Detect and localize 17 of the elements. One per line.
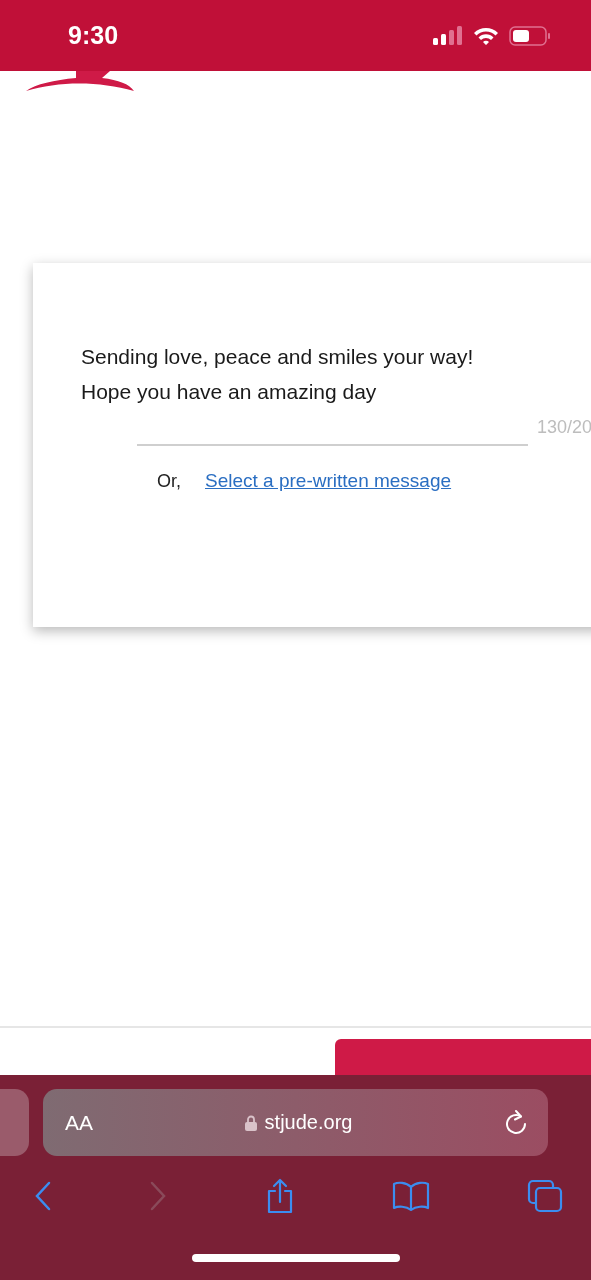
book-icon[interactable] bbox=[391, 1181, 430, 1211]
status-time: 9:30 bbox=[68, 21, 119, 50]
pre-written-message-link[interactable]: Select a pre-written message bbox=[205, 470, 452, 492]
or-label: Or, bbox=[157, 471, 181, 492]
message-field[interactable]: Sending love, peace and smiles your way! Hope you have an amazing day bbox=[81, 339, 501, 409]
text-size-button[interactable]: AA bbox=[65, 1110, 93, 1135]
address-bar[interactable]: AA stjude.org bbox=[43, 1089, 548, 1156]
forward-icon[interactable] bbox=[149, 1181, 168, 1211]
lock-icon bbox=[244, 1114, 257, 1131]
reload-icon[interactable] bbox=[504, 1109, 528, 1136]
character-counter: 130/20 bbox=[536, 417, 591, 438]
signal-icon bbox=[433, 25, 463, 46]
battery-icon bbox=[509, 25, 551, 46]
tabs-icon[interactable] bbox=[527, 1179, 563, 1213]
back-icon[interactable] bbox=[34, 1181, 52, 1211]
url-text: stjude.org bbox=[264, 1111, 353, 1134]
wifi-icon bbox=[473, 26, 499, 45]
